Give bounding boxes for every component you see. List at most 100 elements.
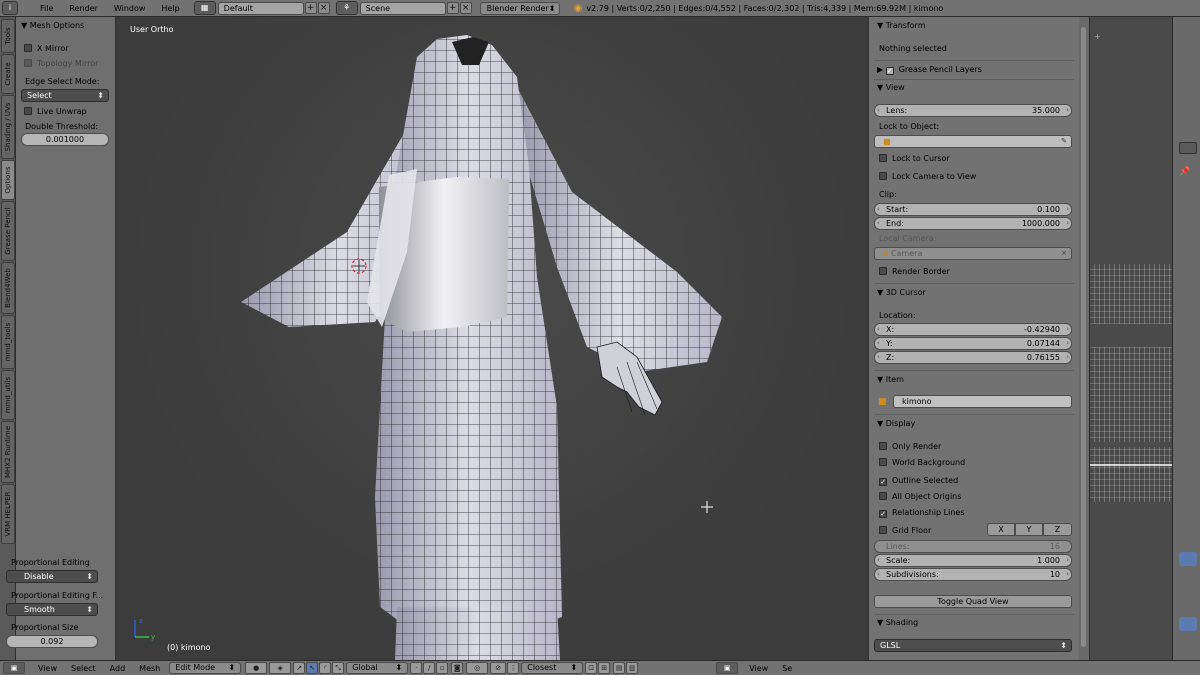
grid-floor-checkbox[interactable]: Grid Floor	[879, 526, 931, 535]
tab-tools[interactable]: Tools	[1, 19, 15, 53]
transform-header[interactable]: ▼ Transform	[877, 21, 926, 30]
grid-lines-field[interactable]: Lines: 16	[874, 540, 1072, 553]
tab-grease-pencil[interactable]: Grease Pencil	[1, 201, 15, 261]
clip-end-field[interactable]: ‹ End: 1000.000 ›	[874, 217, 1072, 230]
proportional-falloff-dropdown[interactable]: Smooth ⬍	[6, 603, 98, 616]
shading-mode-dropdown[interactable]: GLSL ⬍	[874, 639, 1072, 652]
scene-field[interactable]: Scene	[359, 1, 446, 15]
grease-pencil-layers-header[interactable]: ▶ ✓ Grease Pencil Layers	[877, 65, 982, 75]
snap-toggle-icon[interactable]: ⊘	[490, 662, 507, 674]
properties-scrollbar[interactable]	[1079, 17, 1089, 660]
live-unwrap-checkbox[interactable]: Live Unwrap	[24, 107, 124, 116]
tab-mhx2-runtime[interactable]: MHX2 Runtime	[1, 421, 15, 483]
info-editor-icon[interactable]: i	[2, 1, 18, 15]
x-mirror-checkbox[interactable]: X Mirror	[24, 44, 124, 53]
decrement-arrow-icon[interactable]: ‹	[877, 204, 880, 215]
pivot-point-icon[interactable]: ◈	[269, 662, 292, 674]
rotate-icon[interactable]: ◜	[319, 662, 332, 674]
face-select-icon[interactable]: ▫	[436, 662, 449, 674]
relationship-lines-checkbox[interactable]: ✓ Relationship Lines	[879, 508, 965, 518]
snap-target-dropdown[interactable]: Closest ⬍	[521, 662, 584, 674]
uv-tab-icon[interactable]	[1179, 552, 1197, 566]
lens-field[interactable]: ‹ Lens: 35.000 ›	[874, 104, 1072, 117]
only-render-checkbox[interactable]: Only Render	[879, 442, 941, 451]
cursor-y-field[interactable]: ‹ Y: 0.07144 ›	[874, 337, 1072, 350]
increment-arrow-icon[interactable]: ›	[1066, 324, 1069, 335]
remove-scene-button[interactable]: ×	[459, 2, 472, 14]
menu-select[interactable]: Select	[64, 664, 103, 673]
add-layout-button[interactable]: +	[304, 2, 317, 14]
increment-arrow-icon[interactable]: ›	[1066, 105, 1069, 116]
render-engine-dropdown[interactable]: Blender Render ⬍	[479, 1, 560, 15]
scrollbar-thumb[interactable]	[1081, 27, 1086, 647]
scene-icon[interactable]: ⚘	[335, 1, 358, 15]
translate-icon[interactable]: ↖	[306, 662, 319, 674]
proportional-editing-dropdown[interactable]: Disable ⬍	[6, 570, 98, 583]
eyedropper-icon[interactable]: ✎	[1061, 136, 1067, 147]
properties-editor-icon[interactable]	[1179, 142, 1197, 154]
opengl-render-icon[interactable]: ▤	[613, 662, 626, 674]
tab-vrm-helper[interactable]: VRM HELPER	[1, 484, 15, 544]
decrement-arrow-icon[interactable]: ‹	[877, 105, 880, 116]
decrement-arrow-icon[interactable]: ‹	[877, 569, 880, 580]
outline-selected-checkbox[interactable]: ✓ Outline Selected	[879, 476, 958, 486]
proportional-edit-icon[interactable]: ◎	[466, 662, 489, 674]
transform-orientation-dropdown[interactable]: Global ⬍	[346, 662, 409, 674]
uv-editor-viewport[interactable]: +	[1089, 17, 1173, 660]
proportional-size-field[interactable]: 0.092	[6, 635, 98, 648]
increment-arrow-icon[interactable]: ›	[1066, 352, 1069, 363]
display-header[interactable]: ▼ Display	[877, 419, 915, 428]
scale-icon[interactable]: ⤡	[332, 662, 345, 674]
vertex-select-icon[interactable]: ·	[410, 662, 423, 674]
editor-type-icon[interactable]: ▣	[3, 662, 25, 674]
project-elements-icon[interactable]: ⊞	[598, 662, 611, 674]
grid-scale-field[interactable]: ‹ Scale: 1.000 ›	[874, 554, 1072, 567]
tab-create[interactable]: Create	[1, 54, 15, 94]
item-header[interactable]: ▼ Item	[877, 375, 904, 384]
manipulator-icon[interactable]: ↗	[293, 662, 306, 674]
remove-layout-button[interactable]: ×	[317, 2, 330, 14]
edge-select-mode-dropdown[interactable]: Select ⬍	[21, 89, 109, 102]
menu-add[interactable]: Add	[103, 664, 133, 673]
menu-mesh[interactable]: Mesh	[132, 664, 167, 673]
add-scene-button[interactable]: +	[446, 2, 459, 14]
grid-axis-z-toggle[interactable]: Z	[1043, 523, 1072, 536]
viewport-shading-icon[interactable]: ●	[245, 662, 268, 674]
kimono-mesh[interactable]: z y	[117, 17, 868, 660]
tab-blend4web[interactable]: Blend4Web	[1, 262, 15, 314]
align-rotation-icon[interactable]: ⊡	[585, 662, 598, 674]
3d-cursor-header[interactable]: ▼ 3D Cursor	[877, 288, 926, 297]
menu-help[interactable]: Help	[153, 4, 187, 13]
3d-viewport[interactable]: User Ortho z y (0) kimono	[117, 17, 868, 660]
decrement-arrow-icon[interactable]: ‹	[877, 555, 880, 566]
local-camera-field[interactable]: ▪ Camera ×	[874, 247, 1072, 260]
shading-header[interactable]: ▼ Shading	[877, 618, 918, 627]
screen-layout-icon[interactable]: ▦	[193, 1, 216, 15]
edge-select-icon[interactable]: /	[423, 662, 436, 674]
limit-selection-icon[interactable]: ◙	[451, 662, 464, 674]
uv-menu-view[interactable]: View	[742, 664, 775, 673]
view-tab-icon[interactable]	[1179, 617, 1197, 631]
decrement-arrow-icon[interactable]: ‹	[877, 324, 880, 335]
increment-arrow-icon[interactable]: ›	[1066, 569, 1069, 580]
tab-shading-uvs[interactable]: Shading / UVs	[1, 95, 15, 159]
pin-icon[interactable]: 📌	[1179, 167, 1190, 177]
increment-arrow-icon[interactable]: ›	[1066, 338, 1069, 349]
decrement-arrow-icon[interactable]: ‹	[877, 352, 880, 363]
snap-element-icon[interactable]: ⋮	[507, 662, 520, 674]
opengl-anim-icon[interactable]: ▥	[626, 662, 639, 674]
toggle-quad-view-button[interactable]: Toggle Quad View	[874, 595, 1072, 608]
grid-axis-x-toggle[interactable]: X	[987, 523, 1015, 536]
grid-subdivisions-field[interactable]: ‹ Subdivisions: 10 ›	[874, 568, 1072, 581]
world-background-checkbox[interactable]: World Background	[879, 458, 965, 467]
double-threshold-field[interactable]: 0.001000	[21, 133, 109, 146]
uv-editor-type-icon[interactable]: ▣	[716, 662, 739, 674]
menu-window[interactable]: Window	[106, 4, 154, 13]
all-object-origins-checkbox[interactable]: All Object Origins	[879, 492, 961, 501]
topology-mirror-checkbox[interactable]: Topology Mirror	[24, 59, 124, 68]
cursor-z-field[interactable]: ‹ Z: 0.76155 ›	[874, 351, 1072, 364]
menu-view[interactable]: View	[31, 664, 64, 673]
lock-camera-to-view-checkbox[interactable]: Lock Camera to View	[879, 172, 976, 181]
grid-axis-y-toggle[interactable]: Y	[1015, 523, 1043, 536]
checkbox-icon[interactable]: ✓	[885, 67, 894, 75]
